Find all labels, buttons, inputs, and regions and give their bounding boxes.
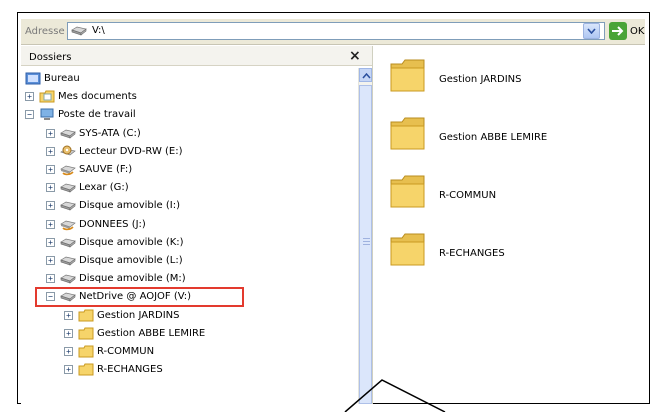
tree-expander[interactable]: + xyxy=(46,128,55,138)
tree-item-label: SYS-ATA (C:) xyxy=(79,127,141,139)
tree-item-label: Disque amovible (L:) xyxy=(79,255,183,266)
tree-expander[interactable]: + xyxy=(46,219,55,229)
address-label: Adresse xyxy=(25,26,65,37)
tree-item-label: Poste de travail xyxy=(58,109,136,121)
tree-item[interactable]: + R-COMMUN xyxy=(21,343,351,360)
folder-icon xyxy=(78,345,94,358)
tree-item-label: Mes documents xyxy=(58,91,137,103)
documents-folder-icon xyxy=(39,90,55,103)
selection-highlight xyxy=(35,287,244,307)
tree-item[interactable]: + SAUVE (F:) xyxy=(21,161,351,178)
removable-drive-icon xyxy=(60,236,76,249)
network-drive-icon xyxy=(71,26,87,36)
tree-expander[interactable]: + xyxy=(64,328,73,338)
close-icon[interactable]: × xyxy=(349,48,361,64)
tree-expander[interactable]: + xyxy=(46,237,55,247)
tree-expander[interactable]: + xyxy=(46,183,55,193)
address-input[interactable]: V:\ xyxy=(67,22,605,40)
removable-drive-icon xyxy=(60,181,76,194)
content-folder-label: Gestion JARDINS xyxy=(439,74,522,85)
tree-expander[interactable]: + xyxy=(46,165,55,174)
computer-icon xyxy=(39,108,55,121)
annotation-arrow xyxy=(344,379,446,412)
content-folder-label: Gestion ABBE LEMIRE xyxy=(439,132,548,143)
tree-item[interactable]: + SYS-ATA (C:) xyxy=(21,125,351,142)
tree-expander[interactable]: + xyxy=(46,274,55,284)
address-bar: Adresse V:\ OK xyxy=(21,19,645,45)
go-label[interactable]: OK xyxy=(630,26,644,37)
folder-icon xyxy=(78,309,94,322)
tree-expander[interactable]: + xyxy=(46,146,55,156)
folders-pane-header: Dossiers × xyxy=(21,46,372,66)
tree-expander[interactable]: + xyxy=(46,201,55,211)
tree-item[interactable]: Bureau xyxy=(21,70,351,87)
address-value: V:\ xyxy=(92,25,105,36)
tree-item-label: SAUVE (F:) xyxy=(79,164,133,175)
tree-item-label: Disque amovible (K:) xyxy=(79,236,184,248)
removable-drive-icon xyxy=(60,199,76,212)
tree-item-label: Gestion JARDINS xyxy=(97,309,180,321)
tree-item-label: Bureau xyxy=(44,73,80,84)
tree-item[interactable]: + DONNEES (J:) xyxy=(21,216,351,233)
hard-drive-icon xyxy=(60,127,76,140)
folder-icon xyxy=(390,117,425,150)
tree-expander[interactable]: + xyxy=(64,347,73,356)
tree-expander[interactable]: + xyxy=(46,256,55,265)
tree-item-label: Disque amovible (M:) xyxy=(79,273,186,285)
removable-drive-icon xyxy=(60,272,76,285)
tree-item[interactable]: + Gestion ABBE LEMIRE xyxy=(21,325,351,342)
scrollbar-thumb[interactable] xyxy=(359,85,372,404)
tree-item[interactable]: + Disque amovible (M:) xyxy=(21,270,351,287)
tree-item-label: Lexar (G:) xyxy=(79,182,129,194)
tree-item[interactable]: + Lexar (G:) xyxy=(21,179,351,196)
tree-expander[interactable]: + xyxy=(64,310,73,320)
folders-pane: Dossiers × Bureau + Mes documents − Poste de… xyxy=(21,46,373,404)
chevron-up-icon xyxy=(362,73,371,79)
chevron-down-icon xyxy=(587,28,596,34)
tree-item-label: DONNEES (J:) xyxy=(79,218,146,230)
tree-item-label: R-COMMUN xyxy=(97,346,155,357)
folder-icon xyxy=(390,233,425,266)
tree-expander[interactable]: − xyxy=(25,110,34,120)
tree-item-label: Gestion ABBE LEMIRE xyxy=(97,327,206,339)
tree-item[interactable]: + R-ECHANGES xyxy=(21,361,351,378)
go-button[interactable] xyxy=(609,22,627,40)
tree-item[interactable]: + Lecteur DVD-RW (E:) xyxy=(21,143,351,160)
dvd-drive-icon xyxy=(60,145,76,158)
desktop-icon xyxy=(25,72,41,85)
removable-drive-icon xyxy=(60,254,76,267)
tree-item[interactable]: − Poste de travail xyxy=(21,106,351,123)
tree-item[interactable]: + Mes documents xyxy=(21,88,351,105)
tree-item[interactable]: + Gestion JARDINS xyxy=(21,307,351,324)
folders-pane-title: Dossiers xyxy=(29,52,72,63)
tree-item-label: R-ECHANGES xyxy=(97,364,163,376)
folder-icon xyxy=(78,363,94,376)
shared-drive-icon xyxy=(60,218,76,231)
vertical-scrollbar[interactable] xyxy=(358,68,372,404)
tree-item[interactable]: + Disque amovible (I:) xyxy=(21,197,351,214)
tree-item[interactable]: + Disque amovible (K:) xyxy=(21,234,351,251)
tree-item[interactable]: + Disque amovible (L:) xyxy=(21,252,351,269)
folder-icon xyxy=(390,59,425,92)
tree-expander[interactable]: + xyxy=(64,365,73,375)
content-folder-label: R-COMMUN xyxy=(439,190,497,201)
folder-icon xyxy=(390,175,425,208)
shared-drive-icon xyxy=(60,163,76,176)
tree-item-label: Disque amovible (I:) xyxy=(79,200,180,212)
tree-item-label: Lecteur DVD-RW (E:) xyxy=(79,145,183,157)
tree-expander[interactable]: + xyxy=(25,92,34,102)
address-dropdown-button[interactable] xyxy=(583,23,600,39)
scroll-up-button[interactable] xyxy=(359,68,372,82)
arrow-right-icon xyxy=(612,26,624,36)
folder-icon xyxy=(78,327,94,340)
content-folder-label: R-ECHANGES xyxy=(439,248,505,259)
